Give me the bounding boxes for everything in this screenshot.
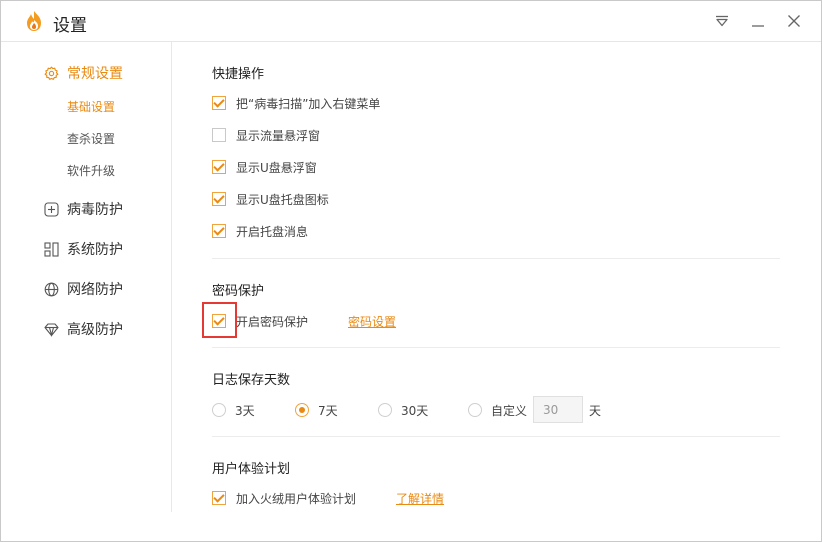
checkbox-row-context-menu[interactable]: 把“病毒扫描”加入右键菜单 bbox=[212, 94, 380, 112]
sidebar-item-scan-settings[interactable]: 查杀设置 bbox=[67, 130, 115, 148]
diamond-icon bbox=[44, 322, 59, 337]
radio-button[interactable] bbox=[212, 403, 226, 417]
password-settings-link[interactable]: 密码设置 bbox=[348, 313, 396, 330]
section-divider bbox=[212, 347, 780, 348]
sidebar-group-label: 系统防护 bbox=[67, 242, 123, 258]
radio-custom[interactable]: 自定义 bbox=[468, 401, 527, 419]
window-title: 设置 bbox=[53, 16, 87, 36]
globe-icon bbox=[44, 282, 59, 297]
checkbox-row-usb-float[interactable]: 显示U盘悬浮窗 bbox=[212, 158, 317, 176]
checkbox-row-user-experience[interactable]: 加入火绒用户体验计划 bbox=[212, 489, 356, 507]
days-unit-label: 天 bbox=[589, 404, 602, 418]
checkbox[interactable] bbox=[212, 224, 226, 238]
settings-content: 快捷操作 把“病毒扫描”加入右键菜单 显示流量悬浮窗 显示U盘悬浮窗 显示U盘托… bbox=[173, 42, 821, 542]
gear-icon bbox=[44, 66, 59, 81]
radio-label: 30天 bbox=[401, 403, 429, 418]
checkbox-label: 加入火绒用户体验计划 bbox=[236, 491, 357, 506]
checkbox[interactable] bbox=[212, 192, 226, 206]
radio-button[interactable] bbox=[295, 403, 309, 417]
section-title-shortcuts: 快捷操作 bbox=[212, 67, 265, 82]
radio-3-days[interactable]: 3天 bbox=[212, 401, 255, 419]
minimize-button[interactable] bbox=[747, 10, 769, 32]
radio-label: 3天 bbox=[235, 403, 255, 418]
radio-label: 7天 bbox=[318, 403, 338, 418]
sidebar-group-label: 病毒防护 bbox=[67, 202, 123, 218]
radio-button[interactable] bbox=[468, 403, 482, 417]
highlight-box bbox=[202, 302, 237, 338]
close-icon bbox=[788, 15, 800, 27]
sidebar-group-advanced-protection[interactable]: 高级防护 bbox=[44, 318, 123, 340]
radio-label: 自定义 bbox=[491, 403, 528, 418]
radio-30-days[interactable]: 30天 bbox=[378, 401, 428, 419]
sidebar-item-basic-settings[interactable]: 基础设置 bbox=[67, 98, 115, 116]
sidebar-group-label: 常规设置 bbox=[67, 66, 123, 82]
section-divider bbox=[212, 436, 780, 437]
sidebar-group-general[interactable]: 常规设置 bbox=[44, 62, 123, 84]
minimize-icon bbox=[752, 25, 764, 27]
menu-dropdown-icon bbox=[716, 15, 728, 27]
flame-logo-icon bbox=[27, 11, 41, 31]
sidebar-group-label: 网络防护 bbox=[67, 282, 123, 298]
close-button[interactable] bbox=[783, 10, 805, 32]
section-title-log-days: 日志保存天数 bbox=[212, 373, 291, 388]
section-title-user-experience: 用户体验计划 bbox=[212, 462, 291, 477]
radio-button[interactable] bbox=[378, 403, 392, 417]
sidebar-group-network-protection[interactable]: 网络防护 bbox=[44, 278, 123, 300]
checkbox-label: 把“病毒扫描”加入右键菜单 bbox=[236, 96, 381, 111]
checkbox[interactable] bbox=[212, 491, 226, 505]
custom-days-input[interactable] bbox=[533, 396, 583, 423]
section-divider bbox=[212, 258, 780, 259]
grid-icon bbox=[44, 241, 59, 257]
checkbox-label: 显示U盘托盘图标 bbox=[236, 192, 329, 207]
checkbox-row-traffic-float[interactable]: 显示流量悬浮窗 bbox=[212, 126, 320, 144]
sidebar-group-virus-protection[interactable]: 病毒防护 bbox=[44, 198, 123, 220]
settings-window: 设置 常规设置 基础设置 查杀设置 软件升级 病毒防护 系统防护 网络防护 高级… bbox=[0, 0, 822, 542]
checkbox-label: 开启托盘消息 bbox=[236, 224, 309, 239]
menu-button[interactable] bbox=[711, 10, 733, 32]
checkbox-row-tray-messages[interactable]: 开启托盘消息 bbox=[212, 222, 308, 240]
radio-7-days[interactable]: 7天 bbox=[295, 401, 338, 419]
plus-square-icon bbox=[44, 201, 59, 217]
section-title-password: 密码保护 bbox=[212, 284, 265, 299]
checkbox-label: 开启密码保护 bbox=[236, 314, 309, 329]
sidebar-item-software-upgrade[interactable]: 软件升级 bbox=[67, 162, 115, 180]
checkbox[interactable] bbox=[212, 128, 226, 142]
checkbox-row-usb-tray-icon[interactable]: 显示U盘托盘图标 bbox=[212, 190, 329, 208]
title-bar: 设置 bbox=[1, 1, 821, 42]
sidebar-group-label: 高级防护 bbox=[67, 322, 123, 338]
learn-more-link[interactable]: 了解详情 bbox=[396, 490, 444, 507]
checkbox-label: 显示流量悬浮窗 bbox=[236, 128, 321, 143]
checkbox[interactable] bbox=[212, 160, 226, 174]
sidebar-group-system-protection[interactable]: 系统防护 bbox=[44, 238, 123, 260]
checkbox[interactable] bbox=[212, 96, 226, 110]
checkbox-label: 显示U盘悬浮窗 bbox=[236, 160, 317, 175]
sidebar: 常规设置 基础设置 查杀设置 软件升级 病毒防护 系统防护 网络防护 高级防护 bbox=[1, 42, 172, 512]
